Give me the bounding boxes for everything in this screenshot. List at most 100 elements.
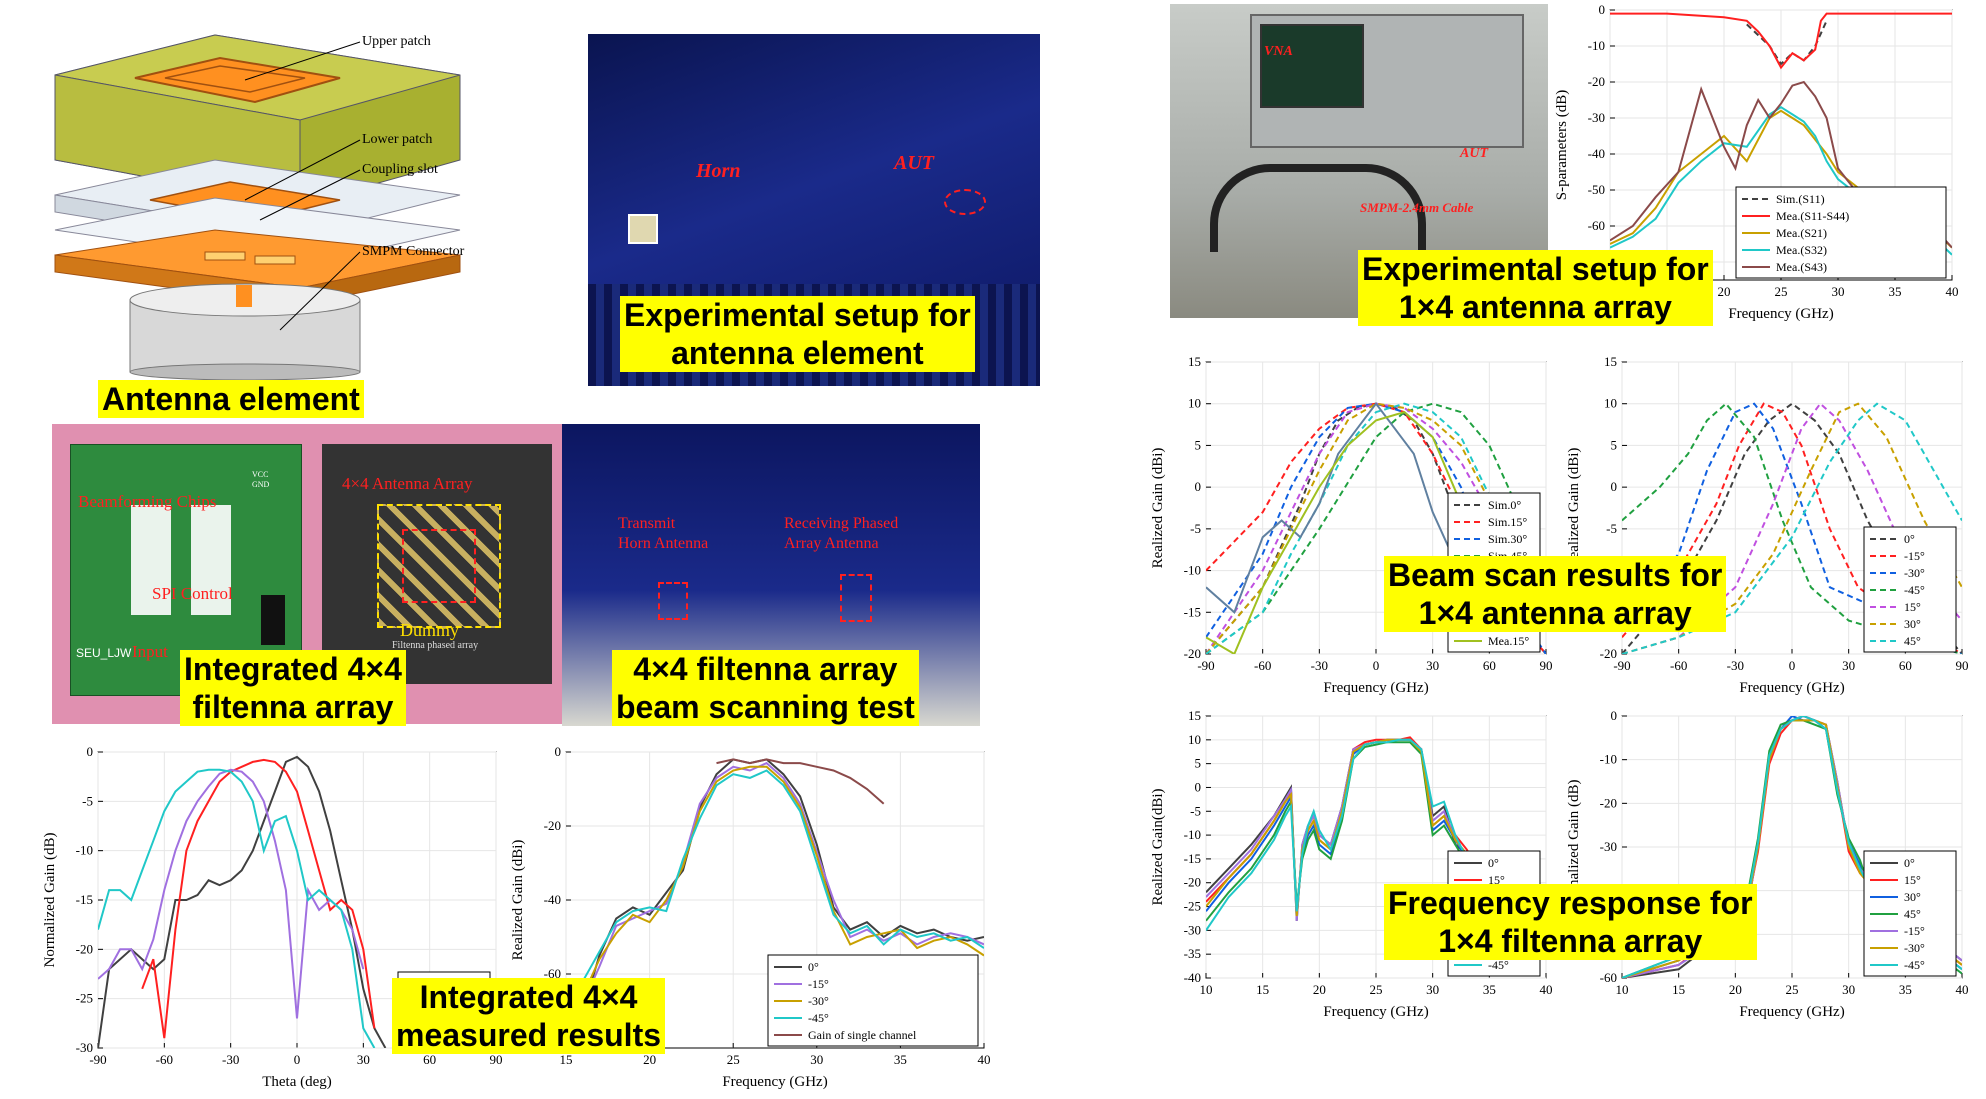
y-tick-label: -60	[1588, 218, 1605, 233]
legend-label: Mea.(S32)	[1776, 243, 1827, 257]
input-label: Input	[132, 642, 168, 661]
y-tick-label: -25	[76, 991, 93, 1006]
y-tick-label: -15	[1184, 851, 1201, 866]
x-tick-label: 0	[1373, 658, 1380, 673]
x-tick-label: 40	[1956, 982, 1969, 997]
y-tick-label: -20	[544, 818, 561, 833]
x-axis-label: Frequency (GHz)	[1739, 680, 1844, 696]
x-tick-label: 30	[1842, 982, 1855, 997]
x-tick-label: 15	[1256, 982, 1269, 997]
rx-marker	[840, 574, 872, 622]
y-tick-label: -5	[1606, 521, 1617, 536]
legend-label: 0°	[808, 960, 819, 974]
legend-label: 0°	[1488, 856, 1499, 870]
vcc-label: VCC	[252, 470, 269, 479]
aut-marker	[944, 189, 986, 215]
aut-label: AUT	[894, 152, 934, 174]
legend-label: Mea.(S21)	[1776, 226, 1827, 240]
y-tick-label: -15	[76, 892, 93, 907]
x-tick-label: 25	[1775, 284, 1788, 299]
legend-label: 15°	[1904, 600, 1921, 614]
lower-patch-label: Lower patch	[362, 132, 433, 147]
y-tick-label: -30	[76, 1040, 93, 1055]
y-tick-label: 0	[1195, 779, 1202, 794]
dummy-label: Dummy	[400, 620, 460, 640]
y-axis-label: S-parameters (dB)	[1554, 90, 1570, 200]
x-axis-label: Frequency (GHz)	[1323, 680, 1428, 696]
y-tick-label: -10	[1588, 38, 1605, 53]
legend-label: Sim.0°	[1488, 498, 1521, 512]
array-label: 4×4 Antenna Array	[342, 474, 473, 493]
x-tick-label: 10	[1616, 982, 1629, 997]
x-tick-label: 35	[1889, 284, 1902, 299]
receive-label: Receiving Phased Array Antenna	[784, 515, 899, 552]
legend-label: 45°	[1904, 907, 1921, 921]
chart-svg-c5: -90-60-300306090151050-5-10-15-20Frequen…	[1566, 354, 1969, 696]
caption-beam-scanning-test: 4×4 filtenna array beam scanning test	[612, 650, 919, 726]
x-tick-label: 90	[1540, 658, 1553, 673]
spi-label: SPI Control	[152, 584, 233, 603]
x-tick-label: -30	[1727, 658, 1744, 673]
x-tick-label: 20	[1313, 982, 1326, 997]
x-tick-label: -60	[156, 1052, 173, 1067]
upper-patch-label: Upper patch	[362, 34, 431, 49]
coupling-slot-label: Coupling slot	[362, 162, 438, 177]
caption-integrated-results: Integrated 4×4 measured results	[392, 978, 666, 1054]
chart-freq-response-gain: 10 15 20 25 30 35 40 15 10 5 0 -5 -10 -15 -20 -25 -30 -35…	[1148, 706, 1560, 1022]
y-tick-label: -20	[1184, 875, 1201, 890]
chart-freq-response-norm: 101520253035400-10-20-30-40-50-60Frequen…	[1564, 706, 1976, 1022]
x-tick-label: 60	[1899, 658, 1912, 673]
legend-label: -45°	[808, 1011, 829, 1025]
legend-label: -15°	[808, 977, 829, 991]
caption-antenna-element: Antenna element	[98, 380, 364, 418]
x-tick-label: 35	[1899, 982, 1912, 997]
y-tick-label: 10	[1188, 396, 1201, 411]
x-tick-label: 15	[560, 1052, 573, 1067]
x-tick-label: 20	[1729, 982, 1742, 997]
y-tick-label: -20	[1600, 646, 1617, 661]
x-tick-label: 10	[1200, 982, 1213, 997]
x-tick-label: 25	[727, 1052, 740, 1067]
horn-label: Horn	[696, 160, 741, 182]
legend-label: -45°	[1488, 958, 1509, 972]
chart-svg-c6: 10 15 20 25 30 35 40 15 10 5 0 -5 -10 -15 -20 -25 -30 -35…	[1150, 708, 1553, 1020]
legend-label: Mea.15°	[1488, 634, 1529, 648]
x-tick-label: 30	[357, 1052, 370, 1067]
legend-label: -15°	[1904, 924, 1925, 938]
chart-svg-c7: 101520253035400-10-20-30-40-50-60Frequen…	[1566, 708, 1969, 1020]
y-tick-label: 0	[1195, 479, 1202, 494]
legend-label: -45°	[1904, 958, 1925, 972]
x-tick-label: 0	[294, 1052, 301, 1067]
seu-label: SEU_LJW	[76, 646, 132, 660]
y-tick-label: 15	[1188, 708, 1201, 723]
y-tick-label: -15	[1184, 604, 1201, 619]
caption-beam-scan-results: Beam scan results for 1×4 antenna array	[1384, 556, 1727, 632]
legend-label: Sim.15°	[1488, 515, 1527, 529]
y-tick-label: 0	[555, 744, 562, 759]
spi-connector	[261, 595, 285, 645]
x-tick-label: 20	[1718, 284, 1731, 299]
y-tick-label: -5	[1190, 803, 1201, 818]
caption-setup-element: Experimental setup for antenna element	[620, 296, 975, 372]
x-tick-label: 90	[1956, 658, 1969, 673]
y-tick-label: 5	[1611, 437, 1618, 452]
legend-label: Mea.(S11-S44)	[1776, 209, 1849, 223]
transmit-label: Transmit Horn Antenna	[618, 515, 709, 552]
y-tick-label: -20	[1600, 795, 1617, 810]
x-tick-label: -30	[222, 1052, 239, 1067]
x-axis-label: Frequency (GHz)	[722, 1074, 827, 1090]
y-axis-label: Realized Gain(dBi)	[1150, 788, 1166, 905]
x-tick-label: 40	[1540, 982, 1553, 997]
legend-label: Gain of single channel	[808, 1028, 917, 1042]
y-tick-label: 0	[87, 744, 94, 759]
chart-svg-c4: -90 -60 -30 0 30 60 90151050-5-10-15-20Frequen…	[1150, 354, 1553, 696]
legend-label: 45°	[1904, 634, 1921, 648]
x-axis-label: Theta (deg)	[262, 1074, 332, 1090]
chart-beam-scan-sim: -90-60-300306090151050-5-10-15-20Frequen…	[1564, 352, 1976, 698]
x-tick-label: 30	[1832, 284, 1845, 299]
legend-label: Mea.(S43)	[1776, 260, 1827, 274]
y-tick-label: -60	[1600, 970, 1617, 985]
y-axis-label: Realized Gain (dBi)	[1150, 448, 1166, 569]
caption-setup-1x4: Experimental setup for 1×4 antenna array	[1358, 250, 1713, 326]
x-tick-label: 30	[1842, 658, 1855, 673]
